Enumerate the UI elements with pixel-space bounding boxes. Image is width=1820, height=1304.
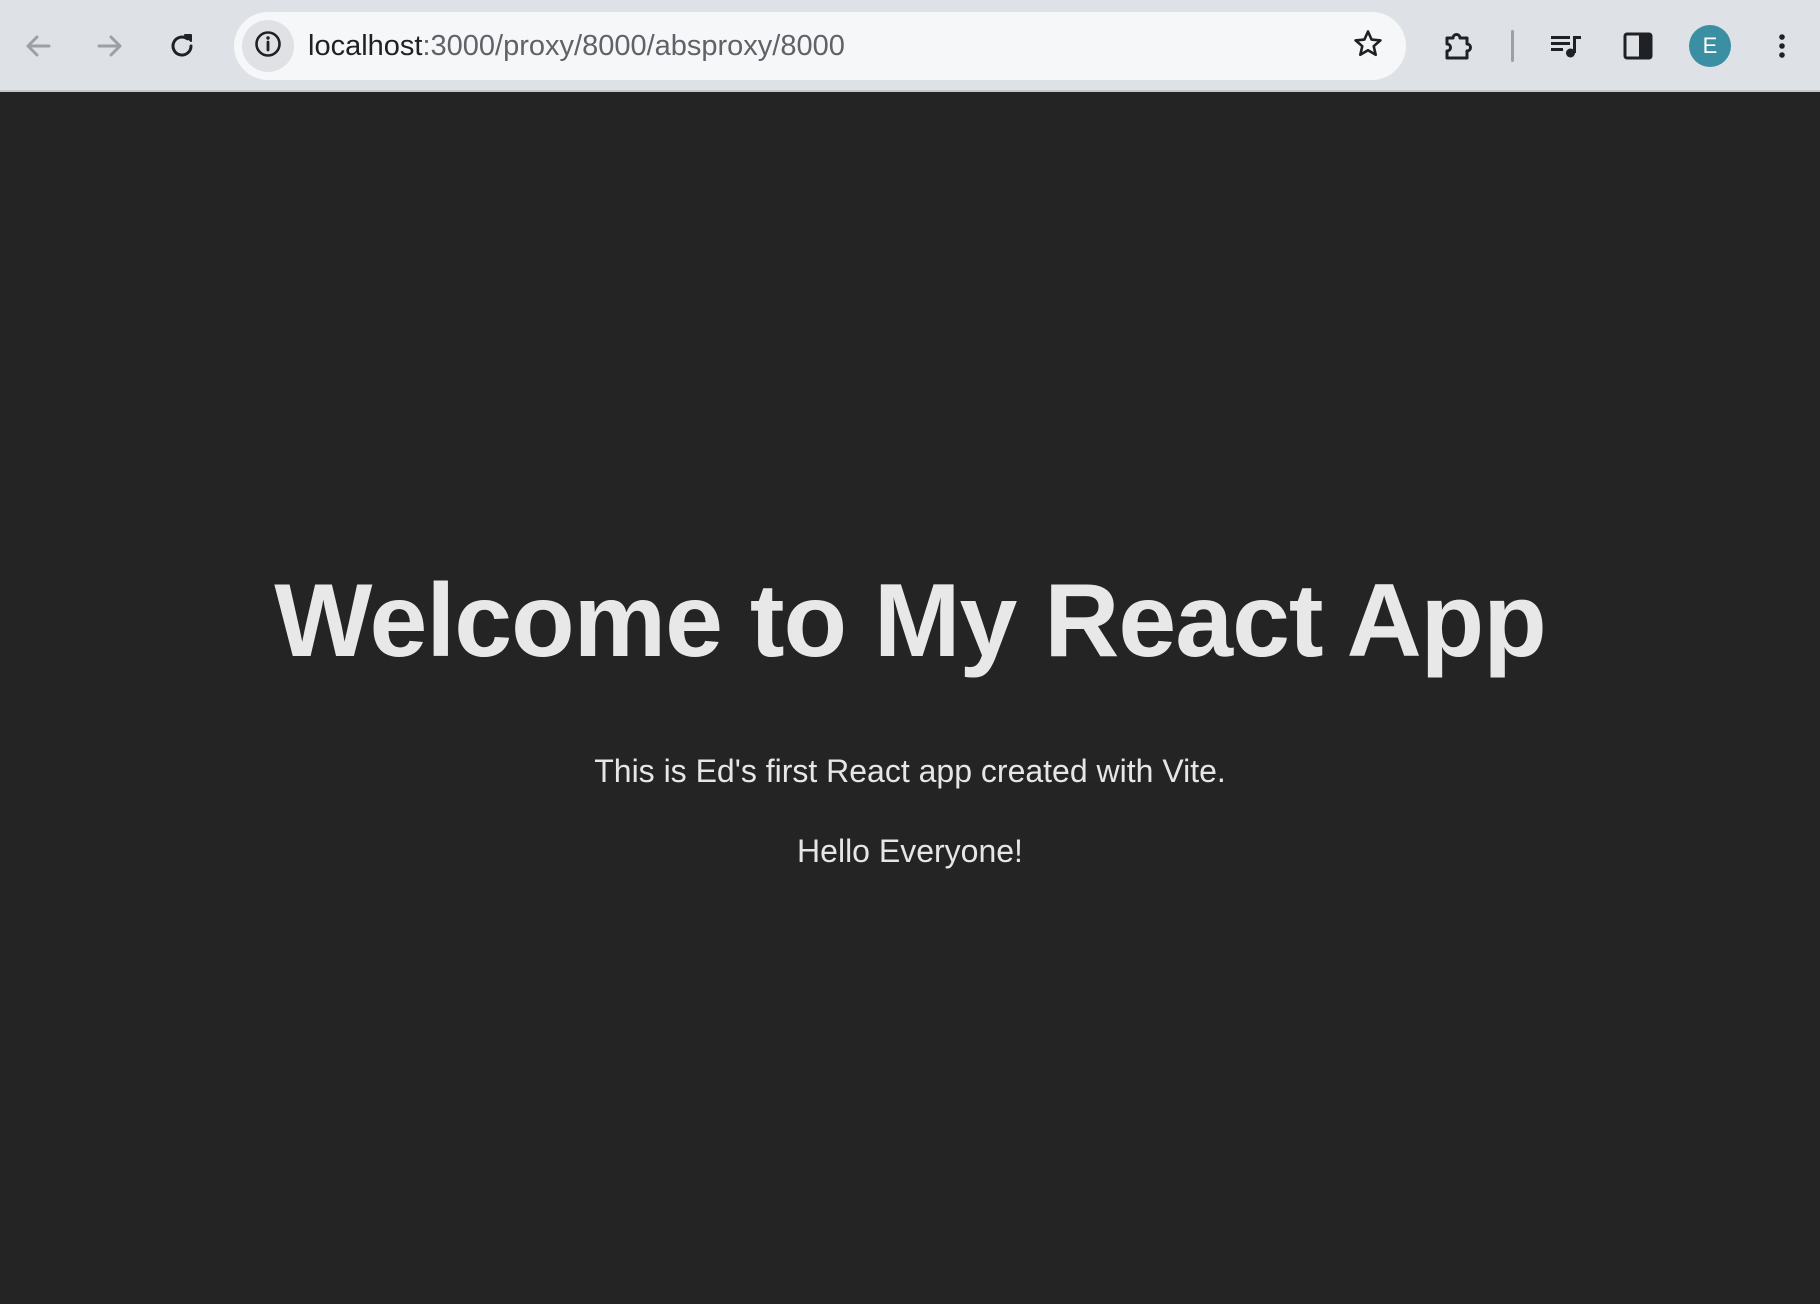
url-text[interactable]: localhost:3000/proxy/8000/absproxy/8000 [308,12,845,80]
info-icon [253,29,283,64]
url-host: localhost [308,30,423,62]
toolbar-divider [1511,30,1514,62]
profile-initial: E [1702,33,1718,58]
browser-toolbar: localhost:3000/proxy/8000/absproxy/8000 [0,0,1820,92]
side-panel-icon [1621,29,1655,63]
reload-icon [166,30,198,62]
arrow-left-icon [22,30,54,62]
back-button[interactable] [8,16,68,76]
extensions-button[interactable] [1429,16,1489,76]
site-info-button[interactable] [242,20,294,72]
media-queue-icon [1548,28,1584,64]
browser-menu-button[interactable] [1752,16,1812,76]
puzzle-icon [1441,28,1477,64]
bookmark-button[interactable] [1342,20,1394,72]
forward-button[interactable] [80,16,140,76]
app-description: This is Ed's first React app created wit… [594,753,1226,789]
star-icon [1352,28,1384,65]
arrow-right-icon [94,30,126,62]
greeting-text: Hello Everyone! [797,833,1023,869]
profile-avatar[interactable]: E [1689,25,1731,67]
kebab-menu-icon [1766,30,1798,62]
page-content: Welcome to My React App This is Ed's fir… [0,92,1820,1304]
side-panel-button[interactable] [1608,16,1668,76]
reload-button[interactable] [152,16,212,76]
url-path: :3000/proxy/8000/absproxy/8000 [422,30,845,62]
media-control-button[interactable] [1536,16,1596,76]
address-bar[interactable]: localhost:3000/proxy/8000/absproxy/8000 [234,12,1406,80]
page-title: Welcome to My React App [274,563,1546,679]
